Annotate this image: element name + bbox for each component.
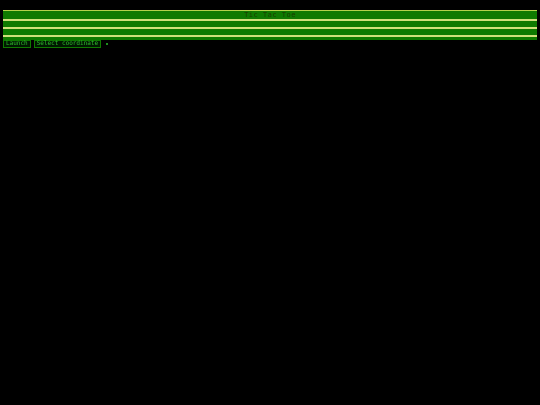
divider-line-bottom — [3, 35, 537, 37]
launch-button[interactable]: Launch — [3, 40, 31, 48]
window-frame: Tic Tac Toe — [3, 10, 537, 40]
select-coordinate-button[interactable]: Select coordinate — [33, 40, 102, 48]
status-dot-icon — [106, 43, 109, 45]
toolbar: Launch Select coordinate — [3, 40, 109, 48]
